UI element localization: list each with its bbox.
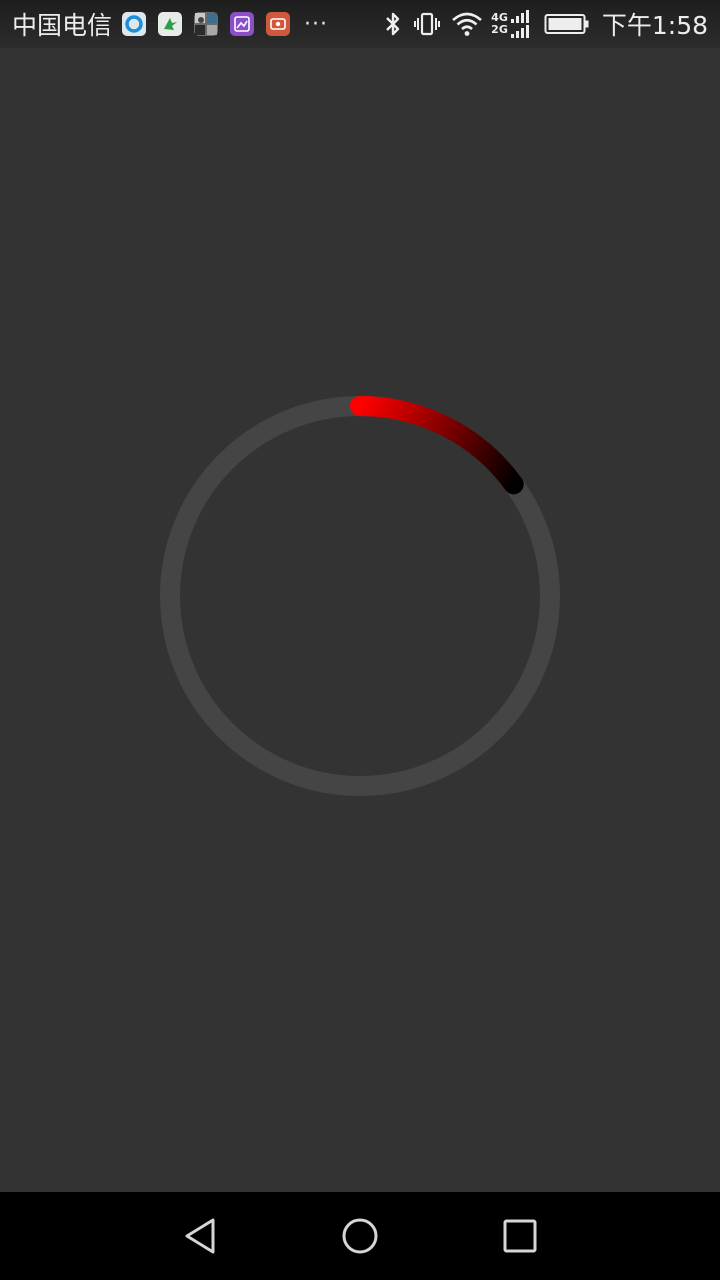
bird-icon: [158, 12, 183, 36]
progress-arc: [350, 396, 524, 495]
home-button[interactable]: [338, 1214, 382, 1258]
recents-icon: [503, 1219, 537, 1253]
status-right: 4G 2G 下午1:58: [373, 6, 708, 42]
bluetooth-icon: [383, 11, 403, 37]
battery-icon: [544, 12, 590, 36]
signal-icon: 4G 2G: [491, 9, 532, 39]
status-bar: 中国电信 ··· 4G 2G 下午1:58: [0, 0, 720, 48]
home-icon: [342, 1218, 378, 1254]
recents-button[interactable]: [498, 1214, 542, 1258]
more-notifications-icon: ···: [304, 11, 328, 37]
carrier-name: 中国电信: [12, 11, 113, 40]
network-type-bottom: 2G: [491, 23, 508, 36]
back-button[interactable]: [178, 1214, 222, 1258]
vibrate-icon: [413, 11, 441, 37]
photos-icon: [194, 12, 219, 36]
screen-recorder-icon: [266, 12, 291, 36]
circular-progress-indicator: [160, 396, 560, 796]
clock: 下午1:58: [601, 11, 708, 40]
gallery-icon: [230, 12, 255, 36]
navigation-bar: [0, 1192, 720, 1280]
main-content: [0, 48, 720, 1192]
browser-icon: [122, 12, 147, 36]
wifi-icon: [451, 11, 483, 37]
back-icon: [185, 1218, 215, 1254]
status-left: 中国电信 ···: [12, 6, 328, 42]
